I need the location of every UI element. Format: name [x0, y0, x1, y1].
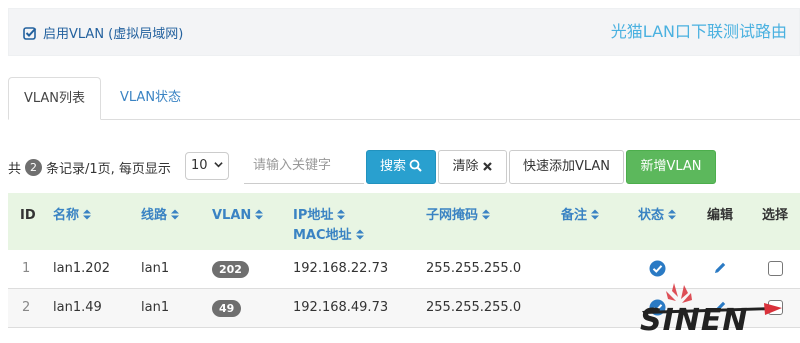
quick-add-vlan-button[interactable]: 快速添加VLAN — [509, 150, 624, 184]
checked-box-icon — [23, 26, 37, 40]
search-button[interactable]: 搜索 — [366, 150, 436, 184]
cell-name: lan1.202 — [53, 261, 111, 276]
col-edit: 编辑 — [707, 208, 734, 223]
col-vlan[interactable]: VLAN — [212, 206, 264, 226]
enable-vlan-label: 启用VLAN (虚拟局域网) — [43, 27, 184, 42]
col-vlan-label: VLAN — [212, 208, 252, 223]
clear-button[interactable]: 清除 — [438, 150, 507, 184]
chevron-down-icon — [214, 162, 223, 168]
cell-ip: 192.168.22.73 — [293, 261, 389, 276]
search-icon — [409, 159, 422, 172]
cell-line: lan1 — [141, 261, 170, 276]
cell-id: 2 — [22, 300, 31, 315]
check-circle-icon — [649, 260, 666, 277]
col-name[interactable]: 名称 — [53, 206, 92, 226]
record-count-badge: 2 — [25, 159, 43, 176]
col-line-label: 线路 — [141, 208, 168, 223]
tab-vlan-status[interactable]: VLAN状态 — [108, 77, 193, 120]
sort-icon — [482, 209, 491, 220]
tab-bar: VLAN列表 VLAN状态 — [8, 77, 800, 120]
sort-icon — [355, 229, 364, 240]
close-icon — [482, 162, 492, 171]
cell-id: 1 — [22, 261, 31, 276]
vlan-badge: 202 — [212, 261, 249, 278]
col-mac[interactable]: MAC地址 — [293, 226, 364, 246]
cell-line: lan1 — [141, 300, 170, 315]
page-size-value: 10 — [191, 158, 208, 173]
svg-text:SINEN: SINEN — [640, 303, 748, 337]
sort-icon — [668, 209, 677, 220]
cell-mask: 255.255.255.0 — [426, 261, 522, 276]
new-vlan-button[interactable]: 新增VLAN — [626, 150, 716, 184]
record-suffix: 条记录/1页, 每页显示 — [46, 162, 171, 177]
sort-icon — [171, 209, 180, 220]
sort-icon — [83, 209, 92, 220]
col-mac-label: MAC地址 — [293, 228, 352, 243]
col-ip[interactable]: IP地址 — [293, 206, 364, 226]
search-input[interactable]: 请输入关键字 — [244, 150, 364, 184]
col-select: 选择 — [762, 208, 789, 223]
cell-ip: 192.168.49.73 — [293, 300, 389, 315]
page-title: 光猫LAN口下联测试路由 — [610, 22, 787, 41]
col-mask-label: 子网掩码 — [426, 208, 479, 223]
sort-icon — [337, 209, 346, 220]
col-status-label: 状态 — [638, 208, 665, 223]
vlan-settings-panel: 启用VLAN (虚拟局域网) 光猫LAN口下联测试路由 — [8, 8, 800, 56]
record-prefix: 共 — [8, 162, 22, 177]
col-name-label: 名称 — [53, 208, 80, 223]
sort-icon — [591, 209, 600, 220]
tab-vlan-list[interactable]: VLAN列表 — [8, 77, 101, 120]
col-line[interactable]: 线路 — [141, 206, 180, 226]
cell-vlan: 49 — [212, 300, 242, 317]
cell-mask: 255.255.255.0 — [426, 300, 522, 315]
col-note-label: 备注 — [561, 208, 588, 223]
col-status[interactable]: 状态 — [638, 206, 677, 226]
pencil-icon[interactable] — [713, 261, 727, 275]
sinen-watermark-logo: SINEN — [640, 283, 782, 337]
row-select-checkbox[interactable] — [768, 261, 783, 276]
clear-button-label: 清除 — [452, 159, 479, 174]
col-ip-label: IP地址 — [293, 208, 334, 223]
list-toolbar: 共 2 条记录/1页, 每页显示 10 请输入关键字 搜索 清除 快速添加VLA… — [0, 149, 800, 185]
cell-name: lan1.49 — [53, 300, 102, 315]
table-header: ID 名称 线路 VLAN IP地址 MAC地址 子网掩码 备注 状态 编辑 选… — [8, 193, 800, 250]
col-mask[interactable]: 子网掩码 — [426, 206, 491, 226]
vlan-badge: 49 — [212, 300, 242, 317]
record-summary: 共 2 条记录/1页, 每页显示 — [8, 158, 171, 177]
page-size-select[interactable]: 10 — [185, 152, 229, 180]
search-button-label: 搜索 — [379, 159, 406, 174]
cell-vlan: 202 — [212, 261, 249, 278]
sort-icon — [255, 209, 264, 220]
col-id: ID — [20, 208, 36, 223]
enable-vlan-checkbox[interactable]: 启用VLAN (虚拟局域网) — [23, 23, 183, 42]
col-ip-mac[interactable]: IP地址 MAC地址 — [293, 206, 364, 246]
col-note[interactable]: 备注 — [561, 206, 600, 226]
